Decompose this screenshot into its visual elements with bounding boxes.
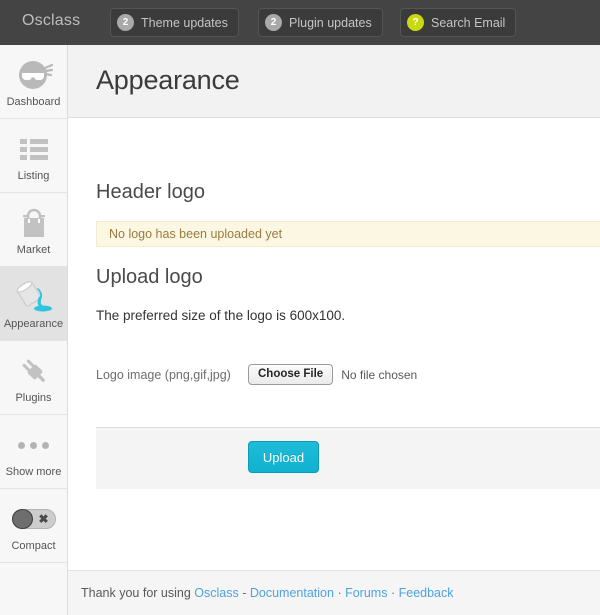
footer-separator: · — [337, 586, 342, 600]
sidebar-item-label: Dashboard — [6, 96, 61, 108]
footer-separator: · — [390, 586, 396, 600]
ninja-icon — [15, 55, 53, 95]
ellipsis-icon — [18, 425, 49, 465]
plugin-updates-label: Plugin updates — [289, 15, 372, 30]
header-logo-heading: Header logo — [96, 181, 205, 203]
footer-credit: Thank you for using Osclass - Documentat… — [81, 586, 454, 600]
upload-button[interactable]: Upload — [248, 441, 319, 473]
no-logo-alert: No logo has been uploaded yet — [96, 221, 600, 247]
list-icon — [18, 129, 50, 169]
sidebar-item-show-more[interactable]: Show more — [0, 415, 67, 489]
top-bar: Osclass 2 Theme updates 2 Plugin updates… — [0, 0, 600, 45]
search-email-button[interactable]: ? Search Email — [400, 8, 517, 37]
sidebar: Dashboard Listing Market Appearance Plug… — [0, 45, 68, 615]
sidebar-item-label: Listing — [17, 170, 50, 182]
theme-updates-label: Theme updates — [141, 15, 228, 30]
count-badge-icon: 2 — [265, 14, 282, 31]
sidebar-item-label: Plugins — [15, 392, 52, 404]
upload-logo-heading: Upload logo — [96, 266, 203, 288]
sidebar-item-label: Compact — [11, 540, 56, 552]
page-header: Appearance — [68, 45, 600, 118]
footer-thanks-text: Thank you for using — [81, 586, 191, 600]
sidebar-item-label: Show more — [5, 466, 62, 478]
footer-link-osclass[interactable]: Osclass — [194, 586, 238, 600]
sidebar-item-market[interactable]: Market — [0, 193, 67, 267]
form-footer-panel: Upload — [96, 427, 600, 489]
content-body: Header logo No logo has been uploaded ye… — [68, 119, 600, 578]
paint-bucket-icon — [15, 277, 53, 317]
page-footer: Thank you for using Osclass - Documentat… — [68, 570, 600, 615]
shopping-bag-icon — [17, 203, 51, 243]
sidebar-item-appearance[interactable]: Appearance — [0, 267, 67, 341]
sidebar-item-listing[interactable]: Listing — [0, 119, 67, 193]
plugin-updates-button[interactable]: 2 Plugin updates — [258, 8, 383, 37]
alert-text: No logo has been uploaded yet — [109, 227, 283, 241]
footer-link-feedback[interactable]: Feedback — [399, 586, 454, 600]
theme-updates-button[interactable]: 2 Theme updates — [110, 8, 239, 37]
question-badge-icon: ? — [407, 14, 424, 31]
preferred-size-help-text: The preferred size of the logo is 600x10… — [96, 308, 346, 323]
plug-icon — [17, 351, 51, 391]
sidebar-item-compact[interactable]: ✖ Compact — [0, 489, 67, 563]
sidebar-item-dashboard[interactable]: Dashboard — [0, 45, 67, 119]
sidebar-item-label: Appearance — [3, 318, 64, 330]
sidebar-item-label: Market — [16, 244, 51, 256]
toggle-off-icon[interactable]: ✖ — [11, 499, 56, 539]
file-chosen-status: No file chosen — [341, 367, 418, 382]
logo-image-label: Logo image (png,gif,jpg) — [96, 367, 231, 382]
footer-dash: - — [242, 586, 247, 600]
count-badge-icon: 2 — [117, 14, 134, 31]
app-brand[interactable]: Osclass — [22, 12, 80, 30]
choose-file-button[interactable]: Choose File — [248, 364, 334, 385]
main-content: Appearance Header logo No logo has been … — [68, 45, 600, 615]
logo-file-row: Logo image (png,gif,jpg) Choose File No … — [96, 364, 566, 385]
footer-link-documentation[interactable]: Documentation — [250, 586, 334, 600]
sidebar-item-plugins[interactable]: Plugins — [0, 341, 67, 415]
search-email-label: Search Email — [431, 15, 506, 30]
page-title: Appearance — [96, 65, 240, 95]
footer-link-forums[interactable]: Forums — [345, 586, 387, 600]
